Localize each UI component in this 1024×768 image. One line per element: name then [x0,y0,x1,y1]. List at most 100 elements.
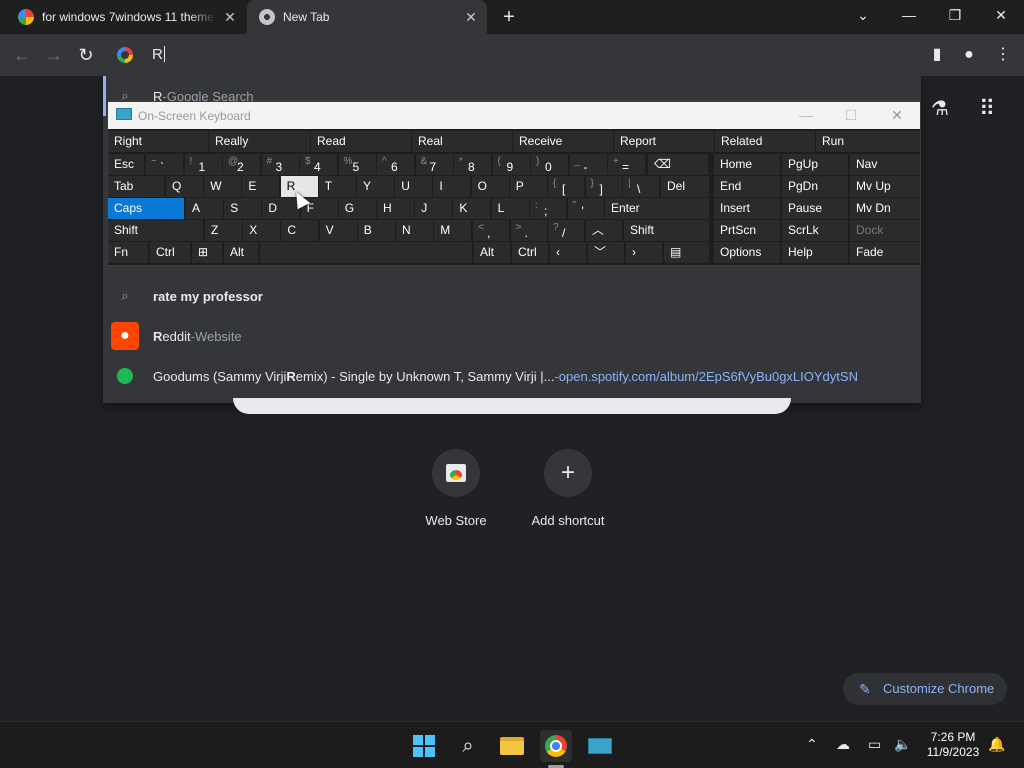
key-h[interactable]: H [377,198,414,219]
tab-new-tab[interactable]: New Tab ✕ [247,0,487,34]
close-tab-icon[interactable]: ✕ [463,9,479,25]
key-pause[interactable]: Pause [782,198,848,219]
key-scrlk[interactable]: ScrLk [782,220,848,241]
key-sym-1[interactable]: ! 1 [184,154,222,175]
windows-key-icon[interactable]: ⊞ [192,242,222,263]
key-dock[interactable]: Dock [850,220,920,241]
file-explorer-icon[interactable] [496,730,528,762]
key-bracket-1[interactable]: }] [585,176,622,197]
key-home[interactable]: Home [714,154,780,175]
arrow-up-key[interactable]: ︿ [586,220,622,241]
omnibox-input[interactable]: R [152,46,165,63]
key-options[interactable]: Options [714,242,780,263]
close-window-button[interactable]: ✕ [978,0,1024,32]
key-m[interactable]: M [434,220,472,241]
key-help[interactable]: Help [782,242,848,263]
key-fade[interactable]: Fade [850,242,920,263]
key-pgdn[interactable]: PgDn [782,176,848,197]
key-c[interactable]: C [281,220,319,241]
search-icon[interactable]: ⌕ [452,730,484,762]
key-punct-1[interactable]: " ' [567,198,604,219]
key-pgup[interactable]: PgUp [782,154,848,175]
key-v[interactable]: V [319,220,357,241]
key-sym-12[interactable]: + = [608,154,645,175]
key-mvup[interactable]: Mv Up [850,176,920,197]
key-sym-7[interactable]: & 7 [415,154,453,175]
key-shift-left[interactable]: Shift [108,220,203,241]
back-icon[interactable]: ← [11,44,33,66]
prediction-right[interactable]: Right [108,131,208,152]
key-sym-10[interactable]: ) 0 [531,154,568,175]
key-k[interactable]: K [453,198,491,219]
prediction-related[interactable]: Related [715,131,815,152]
key-sym-3[interactable]: #3 [261,154,299,175]
key-sym-9[interactable]: (9 [492,154,530,175]
key-s[interactable]: S [224,198,262,219]
key-punct2-2[interactable]: ? / [548,220,584,241]
shortcut-web-store[interactable]: Web Store [406,449,506,528]
key-z[interactable]: Z [205,220,242,241]
key-ctrl-left[interactable]: Ctrl [150,242,190,263]
menu-key[interactable]: ▤ [664,242,709,263]
show-hidden-icons[interactable]: ⌃ [806,736,818,753]
suggestion-search[interactable]: ⌕ rate my professor [110,276,918,316]
customize-chrome-button[interactable]: ✎ Customize Chrome [843,673,1007,705]
key-y[interactable]: Y [357,176,394,197]
chrome-app-icon[interactable] [540,730,572,762]
start-icon[interactable] [408,730,440,762]
omnibox[interactable] [103,34,921,76]
backspace-key[interactable]: ⌫ [648,154,708,175]
tab-search-icon[interactable]: ⌄ [840,0,886,32]
notifications-icon[interactable]: 🔔 [988,736,1005,753]
arrow-right-key[interactable]: › [626,242,662,263]
key-bracket-0[interactable]: {[ [548,176,584,197]
new-tab-button[interactable]: + [498,6,520,28]
key-tab[interactable]: Tab [108,176,164,197]
close-tab-icon[interactable]: ✕ [222,9,238,25]
key-mvdn[interactable]: Mv Dn [850,198,920,219]
key-shift-right[interactable]: Shift [624,220,709,241]
clock[interactable]: 7:26 PM 11/9/2023 [920,730,986,760]
key-fn[interactable]: Fn [108,242,148,263]
key-x[interactable]: X [243,220,281,241]
key-p[interactable]: P [509,176,547,197]
key-i[interactable]: I [433,176,471,197]
key-enter[interactable]: Enter [605,198,709,219]
prediction-report[interactable]: Report [614,131,714,152]
key-b[interactable]: B [357,220,395,241]
key-l[interactable]: L [491,198,529,219]
key-a[interactable]: A [186,198,223,219]
reload-icon[interactable]: ↻ [75,44,97,66]
ntp-search-box[interactable] [233,398,791,414]
key-n[interactable]: N [396,220,433,241]
forward-icon[interactable]: → [43,44,65,66]
prediction-read[interactable]: Read [311,131,411,152]
osk-minimize-button[interactable]: — [791,104,821,126]
suggestion-spotify[interactable]: Goodums (Sammy Virji Remix) - Single by … [110,356,918,396]
key-punct2-0[interactable]: <, [473,220,509,241]
labs-icon[interactable]: ⚗ [931,96,949,121]
profile-icon[interactable]: ● [960,46,978,64]
key-sym-8[interactable]: * 8 [454,154,491,175]
key-alt-right[interactable]: Alt [474,242,510,263]
key-caps[interactable]: Caps [108,198,184,219]
key-sym-2[interactable]: @2 [223,154,260,175]
osk-maximize-button[interactable]: ☐ [836,104,866,126]
prediction-really[interactable]: Really [209,131,310,152]
key-e[interactable]: E [242,176,280,197]
network-icon[interactable]: ▭ [868,736,881,753]
key-sym-0[interactable]: ~ ` [146,154,183,175]
apps-grid-icon[interactable]: ⠿ [979,96,995,122]
key-q[interactable]: Q [166,176,203,197]
key-esc[interactable]: Esc [108,154,144,175]
osk-close-button[interactable]: ✕ [882,104,912,126]
key-prtscn[interactable]: PrtScn [714,220,780,241]
onedrive-icon[interactable]: ☁ [836,736,850,753]
key-u[interactable]: U [395,176,433,197]
prediction-receive[interactable]: Receive [513,131,613,152]
menu-icon[interactable]: ⋮ [994,46,1012,64]
key-sym-4[interactable]: $4 [300,154,337,175]
key-sym-5[interactable]: % 5 [338,154,376,175]
suggestion-reddit[interactable]: ● Reddit - Website [110,316,918,356]
tab-windows-theme[interactable]: for windows 7windows 11 theme ✕ [0,0,246,34]
